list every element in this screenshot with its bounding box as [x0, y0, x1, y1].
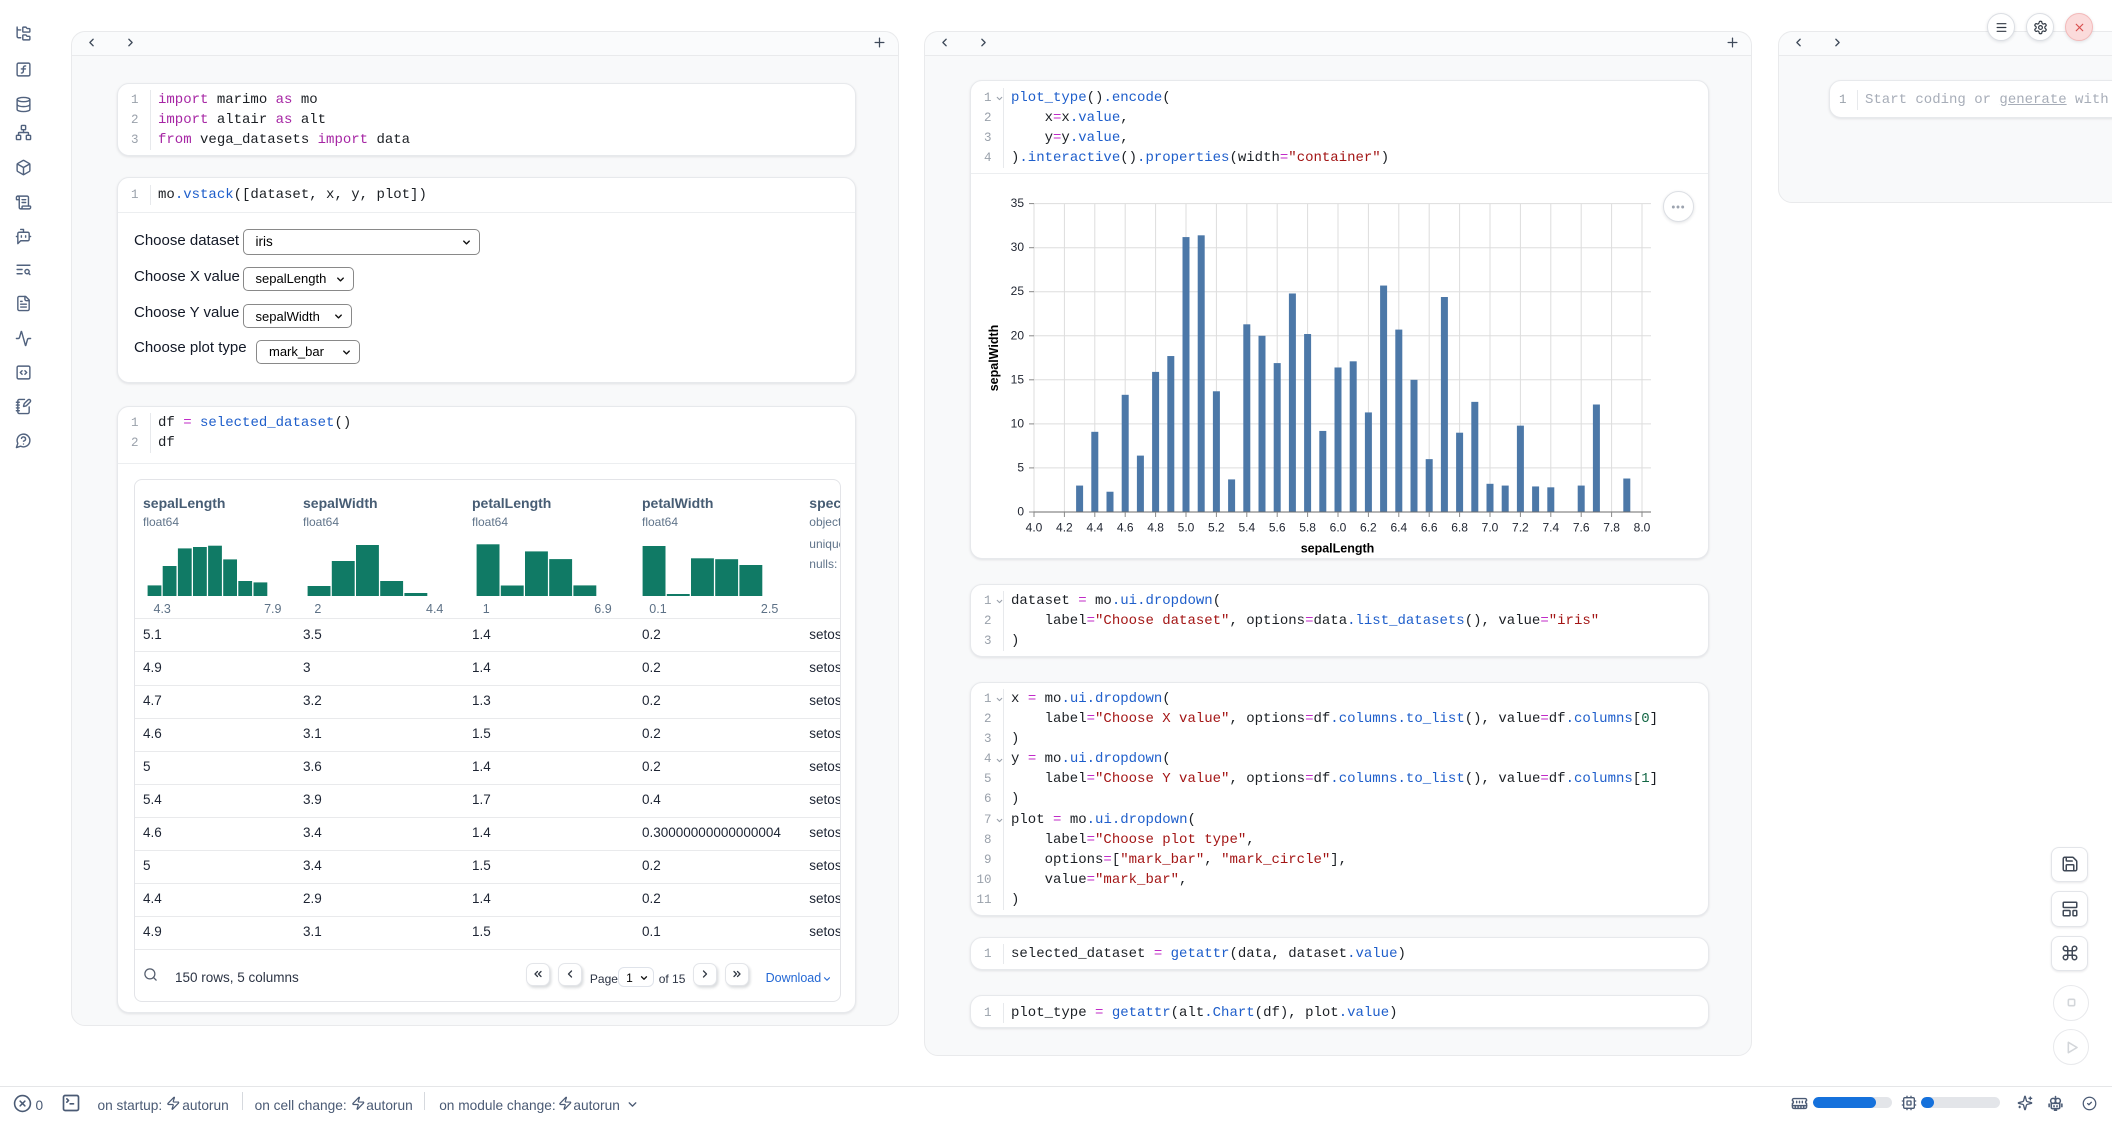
svg-text:5.8: 5.8	[1299, 521, 1316, 535]
svg-text:7.2: 7.2	[1512, 521, 1529, 535]
svg-text:6.6: 6.6	[1420, 521, 1437, 535]
svg-text:7.0: 7.0	[1481, 521, 1498, 535]
svg-text:35: 35	[1010, 196, 1024, 210]
svg-text:5.4: 5.4	[1238, 521, 1255, 535]
svg-text:5.0: 5.0	[1177, 521, 1194, 535]
svg-text:8.0: 8.0	[1633, 521, 1650, 535]
svg-text:6.4: 6.4	[1390, 521, 1407, 535]
svg-text:4.6: 4.6	[1116, 521, 1133, 535]
svg-text:5.2: 5.2	[1208, 521, 1225, 535]
svg-text:sepalLength: sepalLength	[1300, 541, 1374, 555]
svg-text:5.6: 5.6	[1268, 521, 1285, 535]
svg-text:7.6: 7.6	[1572, 521, 1589, 535]
svg-text:sepalWidth: sepalWidth	[987, 325, 1001, 392]
svg-text:4.4: 4.4	[1086, 521, 1103, 535]
svg-text:4.0: 4.0	[1025, 521, 1042, 535]
svg-text:7.4: 7.4	[1542, 521, 1559, 535]
svg-text:5: 5	[1017, 460, 1024, 474]
svg-text:4.2: 4.2	[1056, 521, 1073, 535]
svg-text:30: 30	[1010, 240, 1024, 254]
svg-text:10: 10	[1010, 416, 1024, 430]
svg-text:15: 15	[1010, 372, 1024, 386]
svg-text:7.8: 7.8	[1603, 521, 1620, 535]
svg-text:6.0: 6.0	[1329, 521, 1346, 535]
svg-text:25: 25	[1010, 284, 1024, 298]
svg-text:6.8: 6.8	[1451, 521, 1468, 535]
svg-text:4.8: 4.8	[1147, 521, 1164, 535]
svg-text:6.2: 6.2	[1360, 521, 1377, 535]
svg-text:20: 20	[1010, 328, 1024, 342]
svg-text:0: 0	[1017, 505, 1024, 519]
